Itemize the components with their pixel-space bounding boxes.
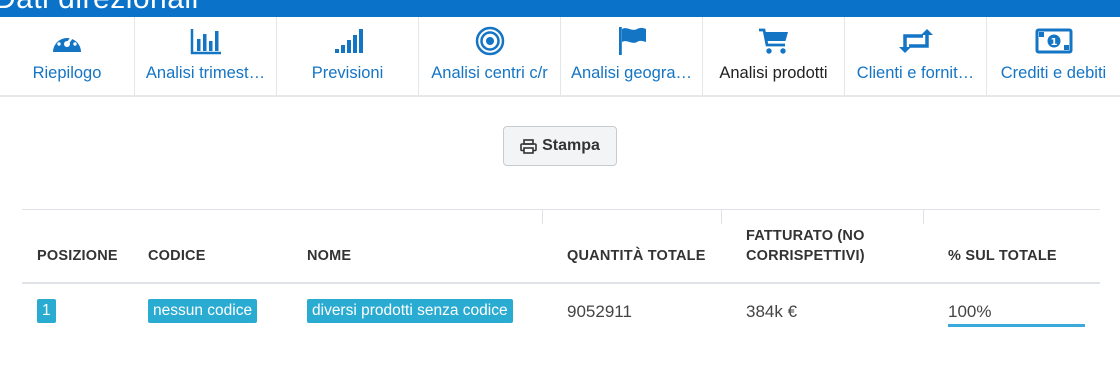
tab-label: Clienti e fornit… — [856, 64, 975, 82]
header-percentuale[interactable]: % SUL TOTALE — [948, 246, 1057, 266]
tab-crediti-debiti[interactable]: 1 Crediti e debiti — [987, 17, 1120, 95]
tab-analisi-trimestrale[interactable]: Analisi trimest… — [135, 17, 277, 95]
tab-label: Previsioni — [311, 64, 384, 82]
products-table: POSIZIONE CODICE NOME QUANTITÀ TOTALE FA… — [22, 209, 1100, 284]
header-nome[interactable]: NOME — [307, 246, 351, 266]
percent-value: 100% — [948, 302, 992, 321]
retweet-icon — [845, 27, 986, 55]
column-separator — [721, 210, 722, 224]
tab-label: Analisi prodotti — [719, 64, 828, 82]
header-posizione[interactable]: POSIZIONE — [37, 246, 118, 266]
column-separator — [542, 210, 543, 224]
flag-icon — [561, 27, 702, 55]
signal-icon — [277, 27, 418, 55]
money-icon: 1 — [987, 27, 1120, 55]
table-header: POSIZIONE CODICE NOME QUANTITÀ TOTALE FA… — [22, 210, 1100, 284]
tab-riepilogo[interactable]: Riepilogo — [0, 17, 135, 95]
print-label: Stampa — [542, 137, 600, 154]
tab-analisi-geografica[interactable]: Analisi geogra… — [561, 17, 703, 95]
print-button[interactable]: Stampa — [503, 126, 617, 166]
header-codice[interactable]: CODICE — [148, 246, 206, 266]
revenue-value: 384k € — [746, 302, 798, 321]
section-nav: Riepilogo Analisi trimest… Previsioni An… — [0, 17, 1120, 97]
tab-clienti-fornitori[interactable]: Clienti e fornit… — [845, 17, 987, 95]
percent-bar — [948, 324, 1085, 327]
cart-icon — [703, 27, 844, 55]
svg-text:1: 1 — [1050, 37, 1057, 48]
code-badge: nessun codice — [148, 299, 258, 323]
app-title: Dati direzionali — [0, 0, 199, 16]
tab-label: Analisi centri c/r — [431, 64, 548, 82]
name-badge: diversi prodotti senza codice — [307, 299, 513, 323]
tab-label: Riepilogo — [32, 64, 102, 82]
print-icon — [520, 138, 542, 154]
column-separator — [923, 210, 924, 224]
position-badge: 1 — [37, 299, 56, 323]
tab-label: Analisi geogra… — [570, 64, 693, 82]
quantity-value: 9052911 — [567, 302, 632, 321]
tab-label: Crediti e debiti — [1000, 64, 1107, 82]
tab-label: Analisi trimest… — [145, 64, 266, 82]
tab-analisi-prodotti[interactable]: Analisi prodotti — [703, 17, 845, 95]
tab-analisi-centri[interactable]: Analisi centri c/r — [419, 17, 561, 95]
tab-previsioni[interactable]: Previsioni — [277, 17, 419, 95]
header-fatturato-line1: FATTURATO (NO — [746, 228, 865, 244]
dashboard-icon — [0, 27, 134, 55]
target-icon — [419, 26, 560, 56]
bar-chart-icon — [135, 27, 276, 55]
app-header: Dati direzionali — [0, 0, 1120, 17]
header-fatturato[interactable]: FATTURATO (NO CORRISPETTIVI) — [746, 226, 865, 266]
header-quantita[interactable]: QUANTITÀ TOTALE — [567, 246, 706, 266]
header-fatturato-line2: CORRISPETTIVI) — [746, 248, 865, 264]
